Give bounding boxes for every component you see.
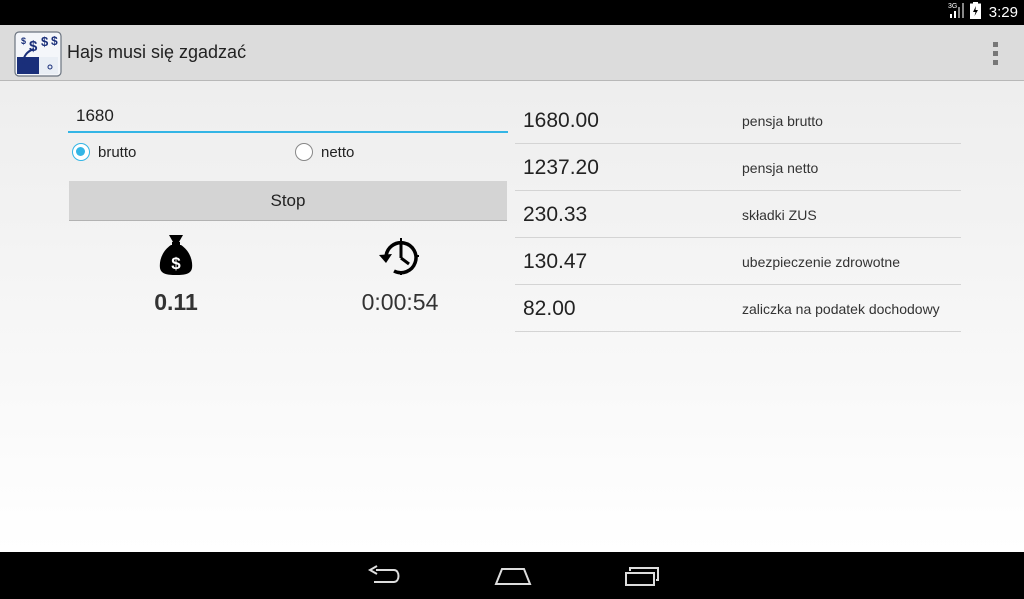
status-icons: 3G 3:29 bbox=[948, 1, 1018, 24]
svg-text:$: $ bbox=[41, 34, 49, 49]
result-label: pensja brutto bbox=[742, 113, 823, 129]
radio-netto-label: netto bbox=[321, 143, 355, 161]
status-time: 3:29 bbox=[988, 4, 1018, 21]
action-bar: $ $ $ $ Hajs musi się zgadzać bbox=[0, 25, 1024, 81]
radio-netto-circle[interactable] bbox=[295, 143, 313, 161]
app-screen: $ $ $ $ Hajs musi się zgadzać brutto net… bbox=[0, 25, 1024, 552]
earned-amount: 0.11 bbox=[154, 289, 198, 315]
signal-icon: 3G bbox=[948, 2, 966, 24]
back-icon[interactable] bbox=[355, 560, 415, 592]
stop-button[interactable]: Stop bbox=[69, 181, 507, 221]
result-value: 130.47 bbox=[523, 250, 588, 273]
result-label: pensja netto bbox=[742, 160, 819, 176]
result-label: składki ZUS bbox=[742, 207, 817, 223]
overflow-menu-icon[interactable] bbox=[986, 37, 1004, 69]
battery-icon bbox=[969, 1, 981, 24]
result-value: 82.00 bbox=[523, 297, 576, 320]
salary-amount-input[interactable] bbox=[68, 103, 508, 129]
radio-brutto-label: brutto bbox=[98, 143, 137, 161]
money-bag-icon: $ bbox=[158, 233, 194, 282]
stopwatch-history-icon bbox=[376, 235, 424, 284]
elapsed-time: 0:00:54 bbox=[361, 289, 439, 315]
navigation-bar bbox=[0, 552, 1024, 599]
result-value: 1237.20 bbox=[523, 156, 599, 179]
result-value: 1680.00 bbox=[523, 109, 599, 132]
app-logo-icon[interactable]: $ $ $ $ bbox=[14, 31, 62, 77]
results-table: 1680.00 pensja brutto 1237.20 pensja net… bbox=[515, 97, 961, 332]
svg-text:$: $ bbox=[171, 254, 181, 273]
status-bar: 3G 3:29 bbox=[0, 0, 1024, 25]
result-row: 82.00 zaliczka na podatek dochodowy bbox=[515, 285, 961, 332]
svg-text:$: $ bbox=[29, 38, 38, 55]
result-label: ubezpieczenie zdrowotne bbox=[742, 254, 900, 270]
radio-brutto-circle[interactable] bbox=[72, 143, 90, 161]
network-type-label: 3G bbox=[948, 3, 957, 10]
result-label: zaliczka na podatek dochodowy bbox=[742, 301, 940, 317]
result-row: 1680.00 pensja brutto bbox=[515, 97, 961, 144]
result-row: 1237.20 pensja netto bbox=[515, 144, 961, 191]
result-row: 130.47 ubezpieczenie zdrowotne bbox=[515, 238, 961, 285]
result-row: 230.33 składki ZUS bbox=[515, 191, 961, 238]
app-title: Hajs musi się zgadzać bbox=[67, 42, 247, 62]
radio-netto[interactable]: netto bbox=[295, 143, 354, 161]
radio-brutto[interactable]: brutto bbox=[72, 143, 136, 161]
result-value: 230.33 bbox=[523, 203, 588, 226]
salary-input-container bbox=[68, 103, 508, 133]
svg-text:$: $ bbox=[51, 34, 58, 48]
svg-text:$: $ bbox=[21, 36, 26, 46]
home-icon[interactable] bbox=[483, 560, 543, 592]
recent-apps-icon[interactable] bbox=[611, 560, 671, 592]
